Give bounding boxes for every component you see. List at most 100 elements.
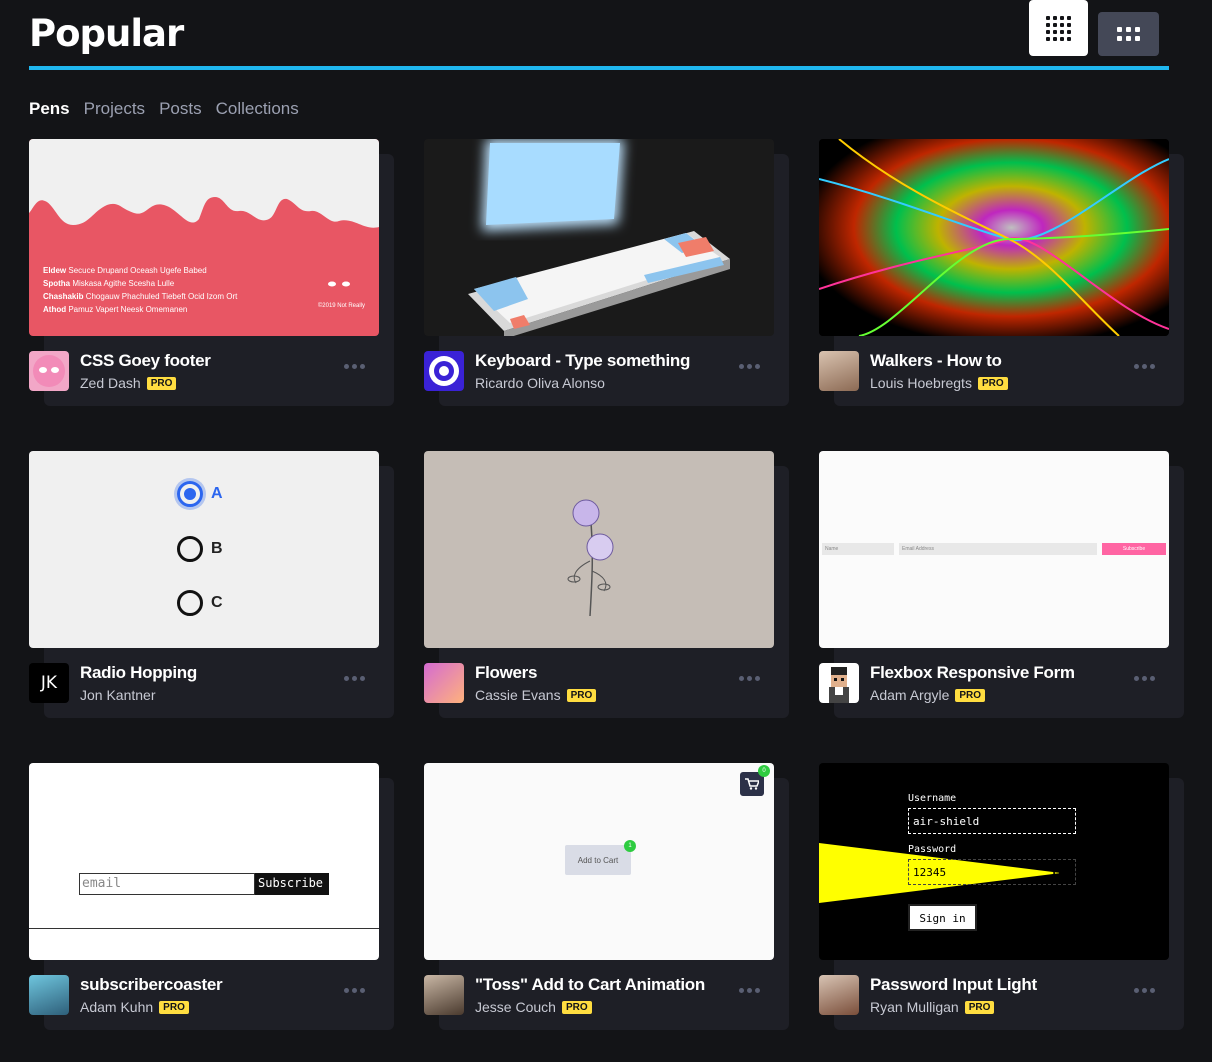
avatar[interactable] [424, 975, 464, 1015]
subscribe-button[interactable]: Subscribe [255, 873, 329, 895]
pen-author[interactable]: Adam Argyle PRO [870, 687, 986, 703]
email-field[interactable]: Email Address [899, 543, 1097, 555]
pen-preview[interactable] [424, 451, 774, 648]
eyes-icon [328, 281, 350, 287]
pen-title[interactable]: Radio Hopping [80, 663, 197, 683]
avatar[interactable]: JK [29, 663, 69, 703]
password-field[interactable]: 12345 [908, 859, 1076, 885]
pen-title[interactable]: Flowers [475, 663, 537, 683]
pen-preview[interactable]: A B C [29, 451, 379, 648]
more-options-button[interactable] [1134, 676, 1155, 681]
pen-preview[interactable] [819, 139, 1169, 336]
pen-title[interactable]: Keyboard - Type something [475, 351, 690, 371]
sign-in-button[interactable]: Sign in [908, 904, 977, 931]
pen-title[interactable]: Flexbox Responsive Form [870, 663, 1075, 683]
pen-author[interactable]: Zed Dash PRO [80, 375, 177, 391]
tab-projects[interactable]: Projects [84, 99, 145, 119]
copyright-text: ©2019 Not Really [317, 303, 365, 309]
walkers-artwork [819, 139, 1169, 336]
grid-icon [1046, 15, 1071, 41]
grid-view-button[interactable] [1029, 0, 1088, 56]
avatar-face-icon [33, 355, 65, 387]
pen-preview[interactable]: 0 Add to Cart 1 [424, 763, 774, 960]
keyboard-illustration [468, 139, 730, 336]
name-field[interactable]: Name [822, 543, 894, 555]
pen-author[interactable]: Louis Hoebregts PRO [870, 375, 1008, 391]
radio-option-a[interactable]: A [177, 481, 223, 507]
tab-bar: Pens Projects Posts Collections [29, 99, 299, 119]
more-options-button[interactable] [1134, 988, 1155, 993]
more-options-button[interactable] [344, 364, 365, 369]
pen-author[interactable]: Ricardo Oliva Alonso [475, 375, 605, 391]
avatar-ring-icon [429, 356, 459, 386]
pen-preview[interactable]: Eldew Secuce Drupand Oceash Ugefe Babed … [29, 139, 379, 336]
pro-badge: PRO [566, 688, 597, 702]
cart-count-badge: 0 [758, 765, 770, 777]
avatar[interactable] [29, 975, 69, 1015]
pen-card: email Subscribe subscribercoaster Adam K… [29, 763, 394, 1030]
pro-badge: PRO [159, 1000, 189, 1014]
avatar[interactable] [424, 663, 464, 703]
email-input[interactable]: email [79, 873, 255, 895]
eye-icon[interactable] [1053, 867, 1069, 879]
pen-author[interactable]: Jesse Couch PRO [475, 999, 592, 1015]
title-underline [29, 66, 1169, 70]
compact-grid-icon [1117, 27, 1140, 41]
radio-option-b[interactable]: B [177, 536, 223, 562]
flowers-illustration [567, 499, 614, 617]
pen-title[interactable]: CSS Goey footer [80, 351, 211, 371]
pro-badge: PRO [146, 376, 177, 390]
pen-author[interactable]: Adam Kuhn PRO [80, 999, 189, 1015]
pro-badge: PRO [977, 376, 1008, 390]
pen-title[interactable]: Password Input Light [870, 975, 1037, 995]
tab-collections[interactable]: Collections [216, 99, 299, 119]
pen-card: A B C JK Radio Hopping Jon Kantner [29, 451, 394, 718]
compact-view-button[interactable] [1098, 12, 1159, 56]
pen-preview[interactable]: Username air-shield Password 12345 Sign … [819, 763, 1169, 960]
more-options-button[interactable] [739, 676, 760, 681]
more-options-button[interactable] [1134, 364, 1155, 369]
pen-card: Flowers Cassie Evans PRO [424, 451, 789, 718]
pen-card: Eldew Secuce Drupand Oceash Ugefe Babed … [29, 139, 394, 406]
pen-author[interactable]: Ryan Mulligan PRO [870, 999, 995, 1015]
page-title: Popular [29, 12, 184, 55]
pen-card: Keyboard - Type something Ricardo Oliva … [424, 139, 789, 406]
pen-title[interactable]: subscribercoaster [80, 975, 223, 995]
pen-title[interactable]: Walkers - How to [870, 351, 1002, 371]
more-options-button[interactable] [344, 988, 365, 993]
footer-links: Eldew Secuce Drupand Oceash Ugefe Babed … [43, 266, 238, 314]
radio-option-c[interactable]: C [177, 590, 223, 616]
username-field[interactable]: air-shield [908, 808, 1076, 834]
tab-posts[interactable]: Posts [159, 99, 202, 119]
password-label: Password [908, 844, 957, 855]
pixel-avatar-icon [829, 667, 849, 703]
avatar[interactable] [819, 663, 859, 703]
pen-preview[interactable] [424, 139, 774, 336]
more-options-button[interactable] [739, 988, 760, 993]
subscribe-button[interactable]: Subscribe [1102, 543, 1166, 555]
header: Popular [29, 0, 1169, 70]
pen-card: 0 Add to Cart 1 "Toss" Add to Cart Anima… [424, 763, 789, 1030]
tab-pens[interactable]: Pens [29, 99, 70, 119]
pen-card: Name Email Address Subscribe Flexbox Res… [819, 451, 1184, 718]
pen-author[interactable]: Jon Kantner [80, 687, 156, 703]
divider [29, 928, 379, 929]
pen-card: Walkers - How to Louis Hoebregts PRO [819, 139, 1184, 406]
goey-wave-graphic [29, 139, 379, 228]
pen-preview[interactable]: email Subscribe [29, 763, 379, 960]
pen-title[interactable]: "Toss" Add to Cart Animation [475, 975, 705, 995]
pen-preview[interactable]: Name Email Address Subscribe [819, 451, 1169, 648]
more-options-button[interactable] [739, 364, 760, 369]
pen-author[interactable]: Cassie Evans PRO [475, 687, 597, 703]
pro-badge: PRO [955, 688, 986, 702]
item-count-badge: 1 [624, 840, 636, 852]
avatar[interactable] [29, 351, 69, 391]
avatar[interactable] [424, 351, 464, 391]
add-to-cart-button[interactable]: Add to Cart [565, 845, 631, 875]
pen-card: Username air-shield Password 12345 Sign … [819, 763, 1184, 1030]
pro-badge: PRO [964, 1000, 995, 1014]
more-options-button[interactable] [344, 676, 365, 681]
avatar[interactable] [819, 975, 859, 1015]
avatar[interactable] [819, 351, 859, 391]
username-label: Username [908, 793, 957, 804]
